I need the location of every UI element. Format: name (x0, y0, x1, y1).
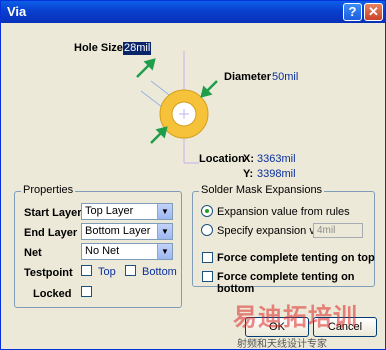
chevron-down-icon: ▼ (157, 244, 172, 259)
diameter-arrow-bottom-icon (150, 126, 168, 144)
start-layer-value: Top Layer (85, 205, 134, 217)
hole-size-label: Hole Size (74, 42, 123, 54)
chevron-down-icon: ▼ (157, 204, 172, 219)
net-select[interactable]: No Net ▼ (81, 243, 173, 260)
close-button[interactable]: ✕ (364, 3, 383, 21)
title-bar: Via (1, 1, 385, 23)
net-value: No Net (85, 245, 120, 257)
force-bottom-label: Force complete tenting on bottom (217, 271, 355, 295)
testpoint-top-checkbox[interactable] (81, 265, 92, 276)
properties-title: Properties (21, 184, 76, 196)
end-layer-select[interactable]: Bottom Layer ▼ (81, 223, 173, 240)
window-title: Via (7, 4, 27, 19)
chevron-down-icon: ▼ (157, 224, 172, 239)
help-button[interactable]: ? (343, 3, 362, 21)
x-value[interactable]: 3363mil (257, 153, 296, 165)
diameter-value[interactable]: 50mil (272, 71, 298, 83)
start-layer-label: Start Layer (24, 207, 82, 219)
net-label: Net (24, 247, 42, 259)
testpoint-label: Testpoint (24, 267, 73, 279)
expansion-rules-radio[interactable] (201, 205, 213, 217)
solder-mask-title: Solder Mask Expansions (199, 184, 325, 196)
testpoint-bottom-label: Bottom (142, 266, 177, 278)
expansion-value-input[interactable]: 4mil (313, 223, 363, 238)
hole-size-arrow-icon (136, 58, 156, 78)
testpoint-top-label: Top (98, 266, 116, 278)
watermark-logo: 易迪拓培训 (233, 303, 358, 331)
locked-label: Locked (33, 288, 72, 300)
expansion-rules-label: Expansion value from rules (217, 206, 350, 218)
watermark-subtitle: 射频和天线设计专家 (237, 339, 327, 350)
force-bottom-checkbox[interactable] (202, 271, 213, 282)
force-top-label: Force complete tenting on top (217, 252, 375, 264)
end-layer-label: End Layer (24, 227, 78, 239)
diameter-label: Diameter (224, 71, 272, 83)
start-layer-select[interactable]: Top Layer ▼ (81, 203, 173, 220)
y-label: Y: (243, 168, 254, 180)
diameter-arrow-top-icon (200, 80, 218, 98)
locked-checkbox[interactable] (81, 286, 92, 297)
y-value[interactable]: 3398mil (257, 168, 296, 180)
x-label: X: (243, 153, 254, 165)
testpoint-bottom-checkbox[interactable] (125, 265, 136, 276)
location-label: Location (199, 153, 245, 165)
specify-expansion-radio[interactable] (201, 224, 213, 236)
end-layer-value: Bottom Layer (85, 225, 151, 237)
force-top-checkbox[interactable] (202, 252, 213, 263)
via-dialog: Via ? ✕ Hole Size 28mil Diameter 50mil L… (0, 0, 386, 350)
